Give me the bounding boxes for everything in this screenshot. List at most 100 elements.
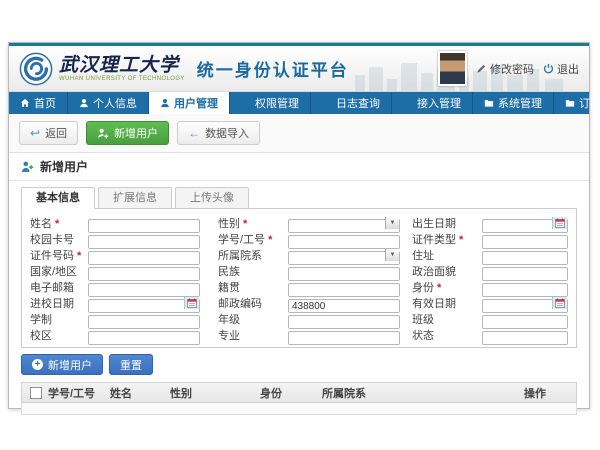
- nav-item-5[interactable]: 日志查询: [311, 92, 392, 114]
- field-label-text: 学制: [30, 314, 52, 326]
- field-label: 身份*: [400, 279, 482, 295]
- nav-item-label: 日志查询: [336, 95, 380, 111]
- submit-button-label: 新增用户: [48, 357, 92, 373]
- field-label: 证件类型*: [400, 231, 482, 247]
- tab-3[interactable]: 上传头像: [175, 187, 249, 209]
- field-label: 所属院系: [200, 247, 288, 263]
- nav-item-7[interactable]: 系统管理: [473, 92, 554, 114]
- add-user-button[interactable]: 新增用户: [86, 121, 169, 145]
- calendar-icon[interactable]: [552, 217, 567, 229]
- field-label: 邮政编码: [200, 295, 288, 311]
- field-cell: [288, 232, 400, 246]
- field-label: 住址: [400, 247, 482, 263]
- submit-add-user-button[interactable]: 新增用户: [21, 354, 103, 375]
- logout-label: 退出: [557, 61, 579, 77]
- reset-button-label: 重置: [120, 357, 142, 373]
- field-label: 姓名*: [30, 215, 88, 231]
- field-label: 民族: [200, 263, 288, 279]
- add-user-button-label: 新增用户: [114, 125, 158, 141]
- users-table: 学号/工号姓名性别身份所属院系操作: [21, 382, 577, 415]
- dropdown-arrow-icon[interactable]: [385, 249, 399, 261]
- nav-item-2[interactable]: 个人信息: [68, 92, 149, 114]
- field-cell: [482, 264, 568, 278]
- field-input-21[interactable]: [88, 331, 200, 345]
- folder-icon: [565, 98, 575, 108]
- toolbar: ↩ 返回 新增用户 ← 数据导入: [9, 114, 589, 153]
- import-arrow-icon: ←: [188, 127, 200, 139]
- nav-item-label: 订阅管理: [579, 95, 600, 111]
- back-arrow-icon: ↩: [30, 127, 40, 139]
- field-label-text: 学号/工号: [218, 234, 265, 246]
- nav-item-8[interactable]: 订阅管理: [554, 92, 600, 114]
- field-label: 班级: [400, 311, 482, 327]
- field-cell: [88, 328, 200, 342]
- folder-icon: [484, 98, 494, 108]
- field-label-text: 民族: [218, 266, 240, 278]
- field-cell: [88, 216, 200, 230]
- tab-1[interactable]: 基本信息: [21, 187, 95, 209]
- field-label-text: 校区: [30, 330, 52, 342]
- content-panel: 新增用户 基本信息扩展信息上传头像 姓名*性别*出生日期校园卡号学号/工号*证件…: [9, 153, 589, 408]
- field-label-text: 所属院系: [218, 250, 262, 262]
- calendar-icon[interactable]: [184, 297, 199, 309]
- user-avatar[interactable]: [438, 51, 467, 86]
- user-icon: [160, 98, 170, 108]
- form-tabs: 基本信息扩展信息上传头像: [21, 187, 577, 209]
- nav-item-6[interactable]: 接入管理: [392, 92, 473, 114]
- field-cell: [482, 328, 568, 342]
- field-label-text: 国家/地区: [30, 266, 77, 278]
- field-cell: [288, 296, 400, 310]
- field-cell: [288, 328, 400, 342]
- field-cell: [88, 264, 200, 278]
- field-label: 校区: [30, 327, 88, 343]
- app-window: 武汉理工大学 WUHAN UNIVERSITY OF TECHNOLOGY 统一…: [8, 42, 590, 409]
- required-asterisk: *: [459, 234, 463, 246]
- university-logo-icon: [19, 52, 53, 86]
- field-cell: [482, 232, 568, 246]
- field-cell: [288, 280, 400, 294]
- table-header-cell: 学号/工号: [48, 385, 110, 401]
- university-name-block: 武汉理工大学 WUHAN UNIVERSITY OF TECHNOLOGY: [59, 56, 185, 82]
- header-user-area: 修改密码 退出: [438, 51, 579, 86]
- field-cell: [482, 216, 568, 230]
- header: 武汉理工大学 WUHAN UNIVERSITY OF TECHNOLOGY 统一…: [9, 46, 589, 92]
- field-input-23[interactable]: [482, 331, 568, 345]
- form-actions: 新增用户 重置: [21, 354, 577, 375]
- pencil-icon: [476, 63, 487, 74]
- field-label: 有效日期: [400, 295, 482, 311]
- university-name-cn: 武汉理工大学: [59, 56, 185, 75]
- nav-item-4[interactable]: 权限管理: [230, 92, 311, 114]
- nav-item-1[interactable]: 首页: [9, 92, 68, 114]
- field-label: 电子邮箱: [30, 279, 88, 295]
- field-label-text: 出生日期: [412, 218, 456, 230]
- field-label-text: 年级: [218, 314, 240, 326]
- field-label-text: 姓名: [30, 218, 52, 230]
- nav-item-label: 个人信息: [93, 95, 137, 111]
- section-title: 新增用户: [40, 158, 88, 175]
- nav-item-3[interactable]: 用户管理: [149, 92, 230, 114]
- required-asterisk: *: [268, 234, 272, 246]
- field-input-22[interactable]: [288, 331, 400, 345]
- dropdown-arrow-icon[interactable]: [385, 217, 399, 229]
- calendar-icon[interactable]: [552, 297, 567, 309]
- user-icon: [79, 98, 89, 108]
- field-label: 年级: [200, 311, 288, 327]
- field-label-text: 身份: [412, 282, 434, 294]
- field-cell: [88, 296, 200, 310]
- field-cell: [482, 248, 568, 262]
- field-label-text: 住址: [412, 250, 434, 262]
- field-cell: [288, 216, 400, 230]
- tab-2[interactable]: 扩展信息: [98, 187, 172, 209]
- field-cell: [482, 280, 568, 294]
- data-import-button[interactable]: ← 数据导入: [177, 121, 260, 145]
- logout-link[interactable]: 退出: [543, 61, 579, 77]
- table-header-cell: 操作: [524, 385, 576, 401]
- back-button[interactable]: ↩ 返回: [19, 121, 78, 145]
- reset-button[interactable]: 重置: [109, 354, 153, 375]
- change-password-link[interactable]: 修改密码: [476, 61, 534, 77]
- log-icon: [322, 98, 332, 108]
- field-label-text: 电子邮箱: [30, 282, 74, 294]
- select-all-checkbox[interactable]: [30, 387, 42, 399]
- required-asterisk: *: [55, 218, 59, 230]
- field-label: 校园卡号: [30, 231, 88, 247]
